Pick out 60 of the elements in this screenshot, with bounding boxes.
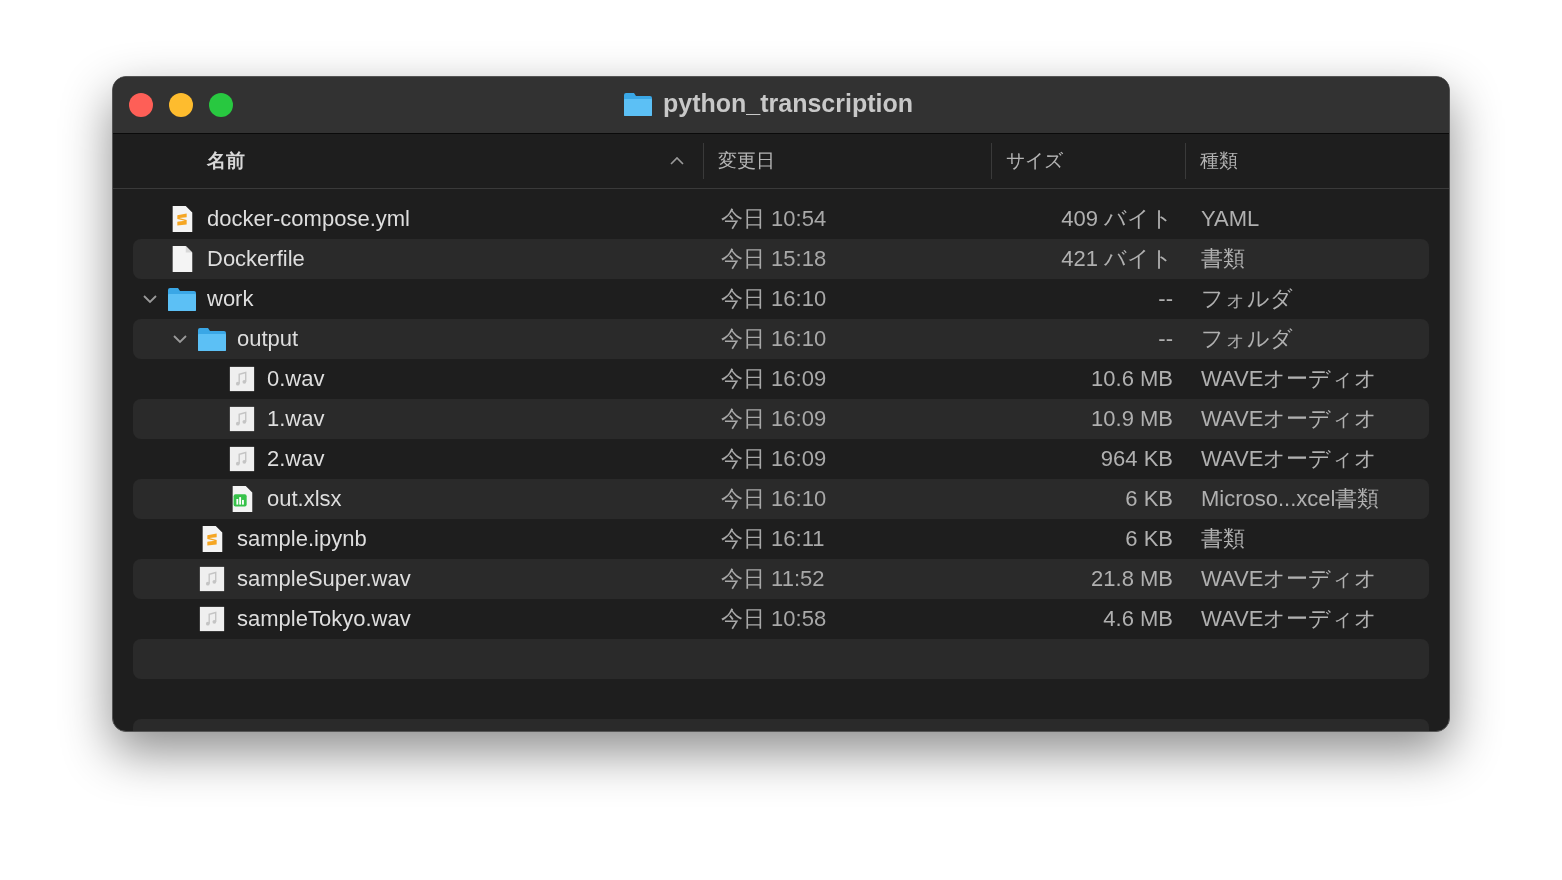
modified-date: 今日 10:54: [720, 205, 828, 233]
modified-date: 今日 15:18: [720, 245, 828, 273]
file-type: WAVEオーディオ: [1200, 365, 1379, 393]
file-size: 21.8 MB: [1090, 566, 1174, 592]
window-title: python_transcription: [663, 89, 913, 118]
file-type: 書類: [1200, 525, 1246, 553]
file-row[interactable]: output 今日 16:10 -- フォルダ: [133, 319, 1429, 359]
modified-date: 今日 16:11: [720, 525, 826, 553]
file-row[interactable]: sample.ipynb 今日 16:11 6 KB 書類: [133, 519, 1429, 559]
file-name: sampleSuper.wav: [237, 566, 411, 592]
column-header[interactable]: サイズ: [991, 143, 1185, 179]
file-name: out.xlsx: [267, 486, 342, 512]
file-size: 6 KB: [1124, 526, 1174, 552]
modified-date: 今日 16:10: [720, 325, 828, 353]
file-type: YAML: [1200, 206, 1261, 232]
column-header[interactable]: 種類: [1185, 143, 1449, 179]
file-name: sample.ipynb: [237, 526, 367, 552]
file-row[interactable]: 2.wav 今日 16:09 964 KB WAVEオーディオ: [133, 439, 1429, 479]
file-type: フォルダ: [1200, 285, 1294, 313]
file-row[interactable]: sampleTokyo.wav 今日 10:58 4.6 MB WAVEオーディオ: [133, 599, 1429, 639]
file-size: --: [1157, 286, 1174, 312]
file-type: Microso...xcel書類: [1200, 485, 1381, 513]
file-type: 書類: [1200, 245, 1246, 273]
file-row[interactable]: sampleSuper.wav 今日 11:52 21.8 MB WAVEオーディオ: [133, 559, 1429, 599]
file-size: 10.9 MB: [1090, 406, 1174, 432]
file-row[interactable]: 1.wav 今日 16:09 10.9 MB WAVEオーディオ: [133, 399, 1429, 439]
file-size: 4.6 MB: [1102, 606, 1174, 632]
file-size: 964 KB: [1099, 446, 1174, 472]
file-size: --: [1157, 326, 1174, 352]
file-size: 409 バイト: [1060, 205, 1174, 233]
file-size: 10.6 MB: [1090, 366, 1174, 392]
file-name: docker-compose.yml: [207, 206, 410, 232]
modified-date: 今日 16:09: [720, 405, 828, 433]
file-row[interactable]: work 今日 16:10 -- フォルダ: [133, 279, 1429, 319]
file-name: 0.wav: [267, 366, 325, 392]
file-size: 421 バイト: [1060, 245, 1174, 273]
modified-date: 今日 10:58: [720, 605, 828, 633]
file-name: work: [207, 286, 254, 312]
modified-date: 今日 11:52: [720, 565, 826, 593]
file-name: 2.wav: [267, 446, 325, 472]
file-row[interactable]: Dockerfile 今日 15:18 421 バイト 書類: [133, 239, 1429, 279]
modified-date: 今日 16:09: [720, 365, 828, 393]
file-name: output: [237, 326, 299, 352]
file-type: WAVEオーディオ: [1200, 445, 1379, 473]
file-type: WAVEオーディオ: [1200, 405, 1379, 433]
modified-date: 今日 16:10: [720, 285, 828, 313]
column-header[interactable]: 名前: [113, 143, 703, 179]
file-type: WAVEオーディオ: [1200, 565, 1379, 593]
file-type: WAVEオーディオ: [1200, 605, 1379, 633]
file-type: フォルダ: [1200, 325, 1294, 353]
file-name: sampleTokyo.wav: [237, 606, 411, 632]
file-row[interactable]: out.xlsx 今日 16:10 6 KB Microso...xcel書類: [133, 479, 1429, 519]
file-size: 6 KB: [1124, 486, 1174, 512]
file-row[interactable]: docker-compose.yml 今日 10:54 409 バイト YAML: [133, 199, 1429, 239]
modified-date: 今日 16:10: [720, 485, 828, 513]
file-row[interactable]: 0.wav 今日 16:09 10.6 MB WAVEオーディオ: [133, 359, 1429, 399]
file-name: Dockerfile: [207, 246, 305, 272]
modified-date: 今日 16:09: [720, 445, 828, 473]
column-header[interactable]: 変更日: [703, 143, 991, 179]
file-name: 1.wav: [267, 406, 325, 432]
